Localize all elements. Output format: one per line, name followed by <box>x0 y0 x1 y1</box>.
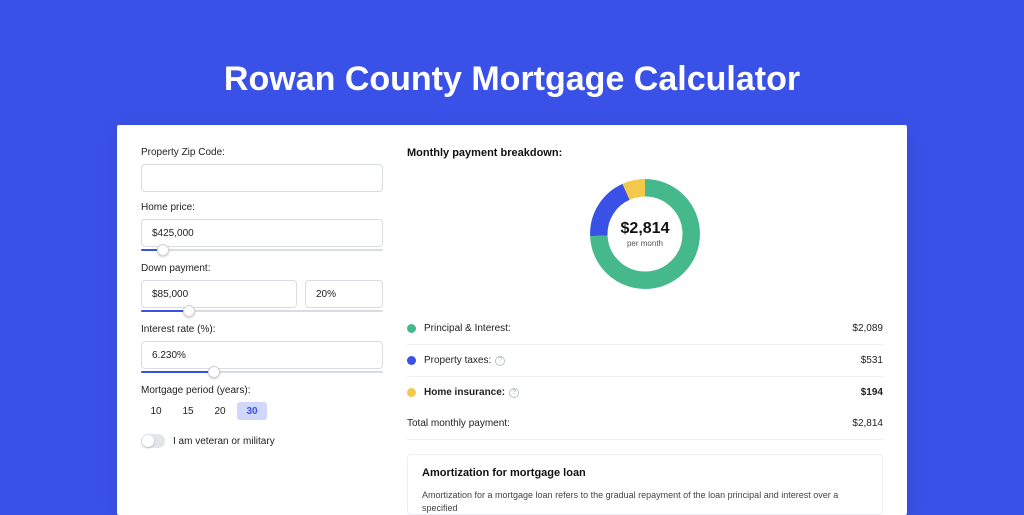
slider-thumb-icon[interactable] <box>208 366 220 378</box>
donut-amount: $2,814 <box>621 221 670 237</box>
legend-label: Property taxes: ? <box>424 355 505 366</box>
amortization-title: Amortization for mortgage loan <box>422 467 868 479</box>
breakdown-column: Monthly payment breakdown: $2,814 per mo… <box>407 147 883 515</box>
breakdown-title: Monthly payment breakdown: <box>407 147 883 159</box>
legend-row: Principal & Interest: $2,089 <box>407 313 883 345</box>
period-label: Mortgage period (years): <box>141 385 383 396</box>
down-payment-label: Down payment: <box>141 263 383 274</box>
interest-label: Interest rate (%): <box>141 324 383 335</box>
down-payment-slider[interactable] <box>141 310 383 312</box>
period-option-20[interactable]: 20 <box>205 402 235 420</box>
veteran-label: I am veteran or military <box>173 436 275 447</box>
page-title: Rowan County Mortgage Calculator <box>0 0 1024 125</box>
home-price-input[interactable] <box>141 219 383 247</box>
down-payment-percent-input[interactable] <box>305 280 383 308</box>
legend-label: Home insurance: ? <box>424 387 519 398</box>
amortization-card: Amortization for mortgage loan Amortizat… <box>407 454 883 515</box>
legend-label: Principal & Interest: <box>424 323 511 334</box>
legend-value: $2,089 <box>852 323 883 334</box>
zip-label: Property Zip Code: <box>141 147 383 158</box>
amortization-body: Amortization for a mortgage loan refers … <box>422 489 868 514</box>
legend-dot-icon <box>407 388 416 397</box>
slider-thumb-icon[interactable] <box>183 305 195 317</box>
period-option-10[interactable]: 10 <box>141 402 171 420</box>
interest-slider[interactable] <box>141 371 383 373</box>
total-label: Total monthly payment: <box>407 418 510 429</box>
form-column: Property Zip Code: Home price: Down paym… <box>141 147 383 515</box>
veteran-toggle[interactable] <box>141 434 165 448</box>
info-icon[interactable]: ? <box>495 356 505 366</box>
donut-sublabel: per month <box>627 239 663 248</box>
info-icon[interactable]: ? <box>509 388 519 398</box>
slider-thumb-icon[interactable] <box>157 244 169 256</box>
legend-value: $194 <box>861 387 883 398</box>
total-value: $2,814 <box>852 418 883 429</box>
total-row: Total monthly payment: $2,814 <box>407 408 883 440</box>
calculator-card: Property Zip Code: Home price: Down paym… <box>117 125 907 515</box>
legend-row: Property taxes: ? $531 <box>407 345 883 377</box>
period-options: 10152030 <box>141 402 383 420</box>
legend-dot-icon <box>407 356 416 365</box>
down-payment-amount-input[interactable] <box>141 280 297 308</box>
zip-input[interactable] <box>141 164 383 192</box>
interest-input[interactable] <box>141 341 383 369</box>
period-option-30[interactable]: 30 <box>237 402 267 420</box>
legend-row: Home insurance: ? $194 <box>407 377 883 408</box>
home-price-label: Home price: <box>141 202 383 213</box>
legend-value: $531 <box>861 355 883 366</box>
period-option-15[interactable]: 15 <box>173 402 203 420</box>
home-price-slider[interactable] <box>141 249 383 251</box>
payment-donut-chart: $2,814 per month <box>584 173 706 295</box>
legend-dot-icon <box>407 324 416 333</box>
